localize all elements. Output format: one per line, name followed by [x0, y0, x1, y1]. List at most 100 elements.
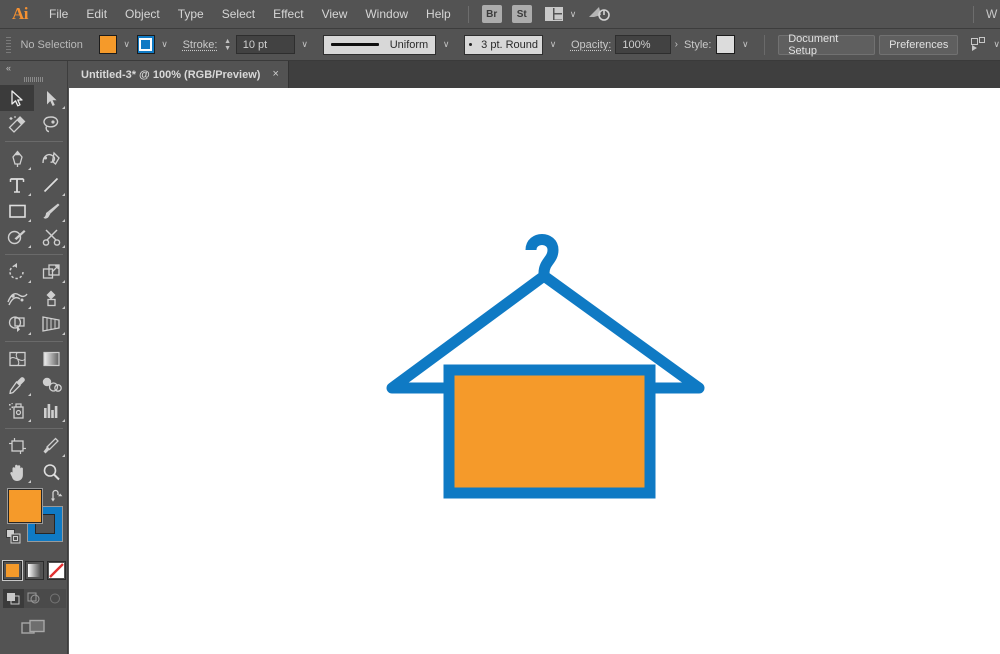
graphic-style-swatch[interactable] — [716, 35, 735, 54]
tool-flyout-indicator — [28, 393, 31, 396]
arrange-documents-icon[interactable] — [545, 6, 565, 22]
direct-selection-tool[interactable] — [34, 85, 68, 111]
brush-definition-chevron-down-icon[interactable]: ∨ — [545, 35, 561, 54]
shaper-tool[interactable] — [0, 224, 34, 250]
align-to-selection-icon[interactable] — [970, 37, 988, 53]
pen-tool[interactable] — [0, 146, 34, 172]
control-panel: No Selection ∨ ∨ Stroke: ▲▼ 10 pt ∨ Unif… — [0, 29, 1000, 61]
document-setup-button[interactable]: Document Setup — [778, 35, 875, 55]
control-panel-divider — [764, 35, 765, 55]
fill-color-swatch[interactable] — [99, 35, 117, 54]
document-tab-title: Untitled-3* @ 100% (RGB/Preview) — [81, 69, 260, 81]
selection-status-label: No Selection — [16, 39, 92, 51]
stock-button[interactable]: St — [512, 5, 532, 23]
menu-view[interactable]: View — [313, 0, 357, 29]
workspace-switcher[interactable]: W — [986, 0, 1000, 29]
color-mode-gradient[interactable] — [25, 561, 44, 580]
paintbrush-tool[interactable] — [34, 198, 68, 224]
illustrator-window: Ai File Edit Object Type Select Effect V… — [0, 0, 1000, 654]
menu-edit[interactable]: Edit — [77, 0, 116, 29]
draw-normal-mode[interactable] — [3, 589, 24, 608]
slice-tool[interactable] — [34, 433, 68, 459]
tool-flyout-indicator — [62, 454, 65, 457]
lasso-tool[interactable] — [34, 111, 68, 137]
width-tool[interactable] — [0, 285, 34, 311]
preferences-button[interactable]: Preferences — [879, 35, 958, 55]
align-chevron-down-icon[interactable]: ∨ — [993, 39, 1000, 50]
curvature-tool[interactable] — [34, 146, 68, 172]
stroke-chevron-down-icon[interactable]: ∨ — [157, 35, 173, 54]
opacity-input[interactable]: 100% — [615, 35, 670, 54]
menu-object[interactable]: Object — [116, 0, 169, 29]
change-screen-mode-icon[interactable] — [0, 619, 68, 639]
collapse-panel-icon[interactable]: « — [0, 61, 67, 74]
menu-file[interactable]: File — [40, 0, 77, 29]
document-tab[interactable]: Untitled-3* @ 100% (RGB/Preview) × — [68, 61, 289, 88]
shape-builder-tool[interactable] — [0, 311, 34, 337]
clothes-hanger-artwork[interactable] — [381, 228, 711, 503]
menu-window[interactable]: Window — [356, 0, 417, 29]
mesh-tool[interactable] — [0, 346, 34, 372]
brush-definition-select[interactable]: 3 pt. Round — [464, 35, 543, 55]
rotate-tool[interactable] — [0, 259, 34, 285]
scale-tool[interactable] — [34, 259, 68, 285]
menu-effect[interactable]: Effect — [264, 0, 312, 29]
arrange-chevron-down-icon[interactable]: ∨ — [570, 9, 577, 20]
column-graph-tool[interactable] — [34, 398, 68, 424]
tools-panel: « — [0, 61, 68, 654]
tool-flyout-indicator — [62, 306, 65, 309]
style-chevron-down-icon[interactable]: ∨ — [737, 35, 753, 54]
stroke-profile-select[interactable]: Uniform — [323, 35, 437, 55]
scissors-tool[interactable] — [34, 224, 68, 250]
tool-group-color — [0, 346, 68, 424]
style-label: Style: — [684, 39, 712, 51]
free-transform-tool[interactable] — [34, 285, 68, 311]
menu-bar: Ai File Edit Object Type Select Effect V… — [0, 0, 1000, 29]
draw-inside-mode[interactable] — [45, 589, 66, 608]
color-mode-color[interactable] — [3, 561, 22, 580]
line-segment-tool[interactable] — [34, 172, 68, 198]
tool-divider — [5, 141, 63, 142]
opacity-options-arrow-icon[interactable]: › — [675, 39, 678, 50]
magic-wand-tool[interactable] — [0, 111, 34, 137]
selection-tool[interactable] — [0, 85, 34, 111]
stroke-profile-chevron-down-icon[interactable]: ∨ — [438, 35, 454, 54]
fill-chevron-down-icon[interactable]: ∨ — [119, 35, 135, 54]
gradient-tool[interactable] — [34, 346, 68, 372]
blend-tool[interactable] — [34, 372, 68, 398]
menu-type[interactable]: Type — [169, 0, 213, 29]
artboard-tool[interactable] — [0, 433, 34, 459]
tool-flyout-indicator — [62, 219, 65, 222]
stroke-weight-input[interactable]: 10 pt — [236, 35, 295, 54]
tool-divider — [5, 428, 63, 429]
rectangle-tool[interactable] — [0, 198, 34, 224]
stroke-weight-stepper[interactable]: ▲▼ — [222, 35, 232, 54]
stroke-weight-chevron-down-icon[interactable]: ∨ — [297, 35, 313, 54]
color-mode-none[interactable] — [47, 561, 66, 580]
eyedropper-tool[interactable] — [0, 372, 34, 398]
swap-fill-stroke-icon[interactable] — [50, 489, 64, 503]
type-tool[interactable] — [0, 172, 34, 198]
hand-tool[interactable] — [0, 459, 34, 485]
stroke-weight-label[interactable]: Stroke: — [183, 39, 218, 51]
color-mode-buttons — [0, 561, 68, 580]
control-panel-grip[interactable] — [4, 35, 12, 55]
menu-select[interactable]: Select — [213, 0, 264, 29]
default-fill-stroke-icon[interactable] — [6, 529, 21, 544]
menu-help[interactable]: Help — [417, 0, 460, 29]
menubar-divider — [468, 6, 469, 23]
artboard-canvas[interactable] — [69, 88, 1000, 654]
document-tab-bar: Untitled-3* @ 100% (RGB/Preview) × — [0, 61, 1000, 88]
creative-cloud-icon[interactable] — [588, 5, 610, 23]
close-icon[interactable]: × — [272, 69, 278, 80]
symbol-sprayer-tool[interactable] — [0, 398, 34, 424]
perspective-grid-tool[interactable] — [34, 311, 68, 337]
fill-stroke-controls — [0, 489, 68, 551]
bridge-button[interactable]: Br — [482, 5, 502, 23]
toolbar-fill-swatch[interactable] — [8, 489, 42, 523]
tools-panel-grip[interactable] — [0, 74, 67, 85]
draw-behind-mode[interactable] — [24, 589, 45, 608]
zoom-tool[interactable] — [34, 459, 68, 485]
opacity-label[interactable]: Opacity: — [571, 39, 611, 51]
stroke-color-swatch[interactable] — [137, 35, 155, 54]
